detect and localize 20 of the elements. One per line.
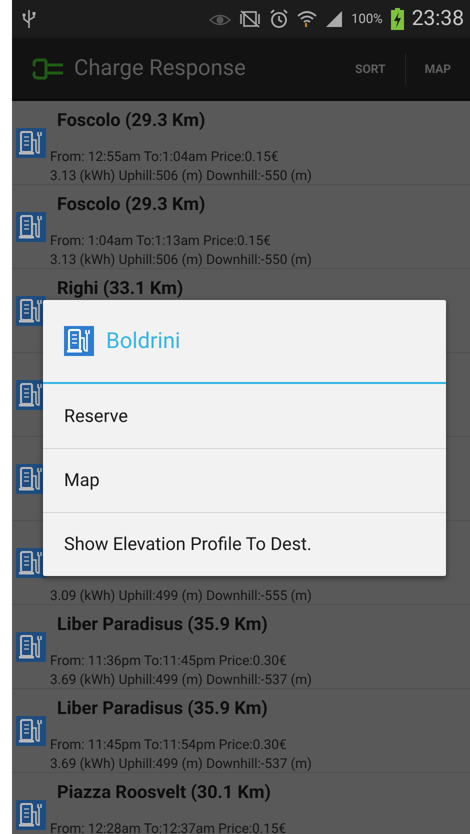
charge-time-price: From: 12:55am To:1:04am Price:0.15€ [50,149,278,165]
charge-time-price: From: 12:28am To:12:37am Price:0.15€ [50,821,286,834]
charge-time-price: From: 11:45pm To:11:54pm Price:0.30€ [50,737,287,753]
station-title: Liber Paradisus (35.9 Km) [57,698,268,719]
energy-elevation: 3.69 (kWh) Uphill:499 (m) Downhill:-537 (m) [50,672,312,688]
dialog-title: Boldrini [106,328,180,354]
energy-elevation: 3.13 (kWh) Uphill:506 (m) Downhill:-550 (m) [50,252,312,268]
app-title: Charge Response [74,56,247,81]
station-title: Liber Paradisus (35.9 Km) [57,614,268,635]
charge-time-price: From: 11:36pm To:11:45pm Price:0.30€ [50,653,287,669]
station-title: Foscolo (29.3 Km) [57,194,206,215]
energy-elevation: 3.13 (kWh) Uphill:506 (m) Downhill:-550 (m) [50,168,312,184]
energy-elevation: 3.09 (kWh) Uphill:499 (m) Downhill:-555 (m) [50,588,312,604]
station-title: Foscolo (29.3 Km) [57,110,206,131]
energy-elevation: 3.69 (kWh) Uphill:499 (m) Downhill:-537 (m) [50,756,312,772]
battery-percent: 100% [351,12,383,26]
clock-time: 23:38 [412,7,464,31]
charge-time-price: From: 1:04am To:1:13am Price:0.15€ [50,233,271,249]
station-title: Righi (33.1 Km) [57,278,184,299]
station-title: Piazza Roosvelt (30.1 Km) [57,782,271,803]
